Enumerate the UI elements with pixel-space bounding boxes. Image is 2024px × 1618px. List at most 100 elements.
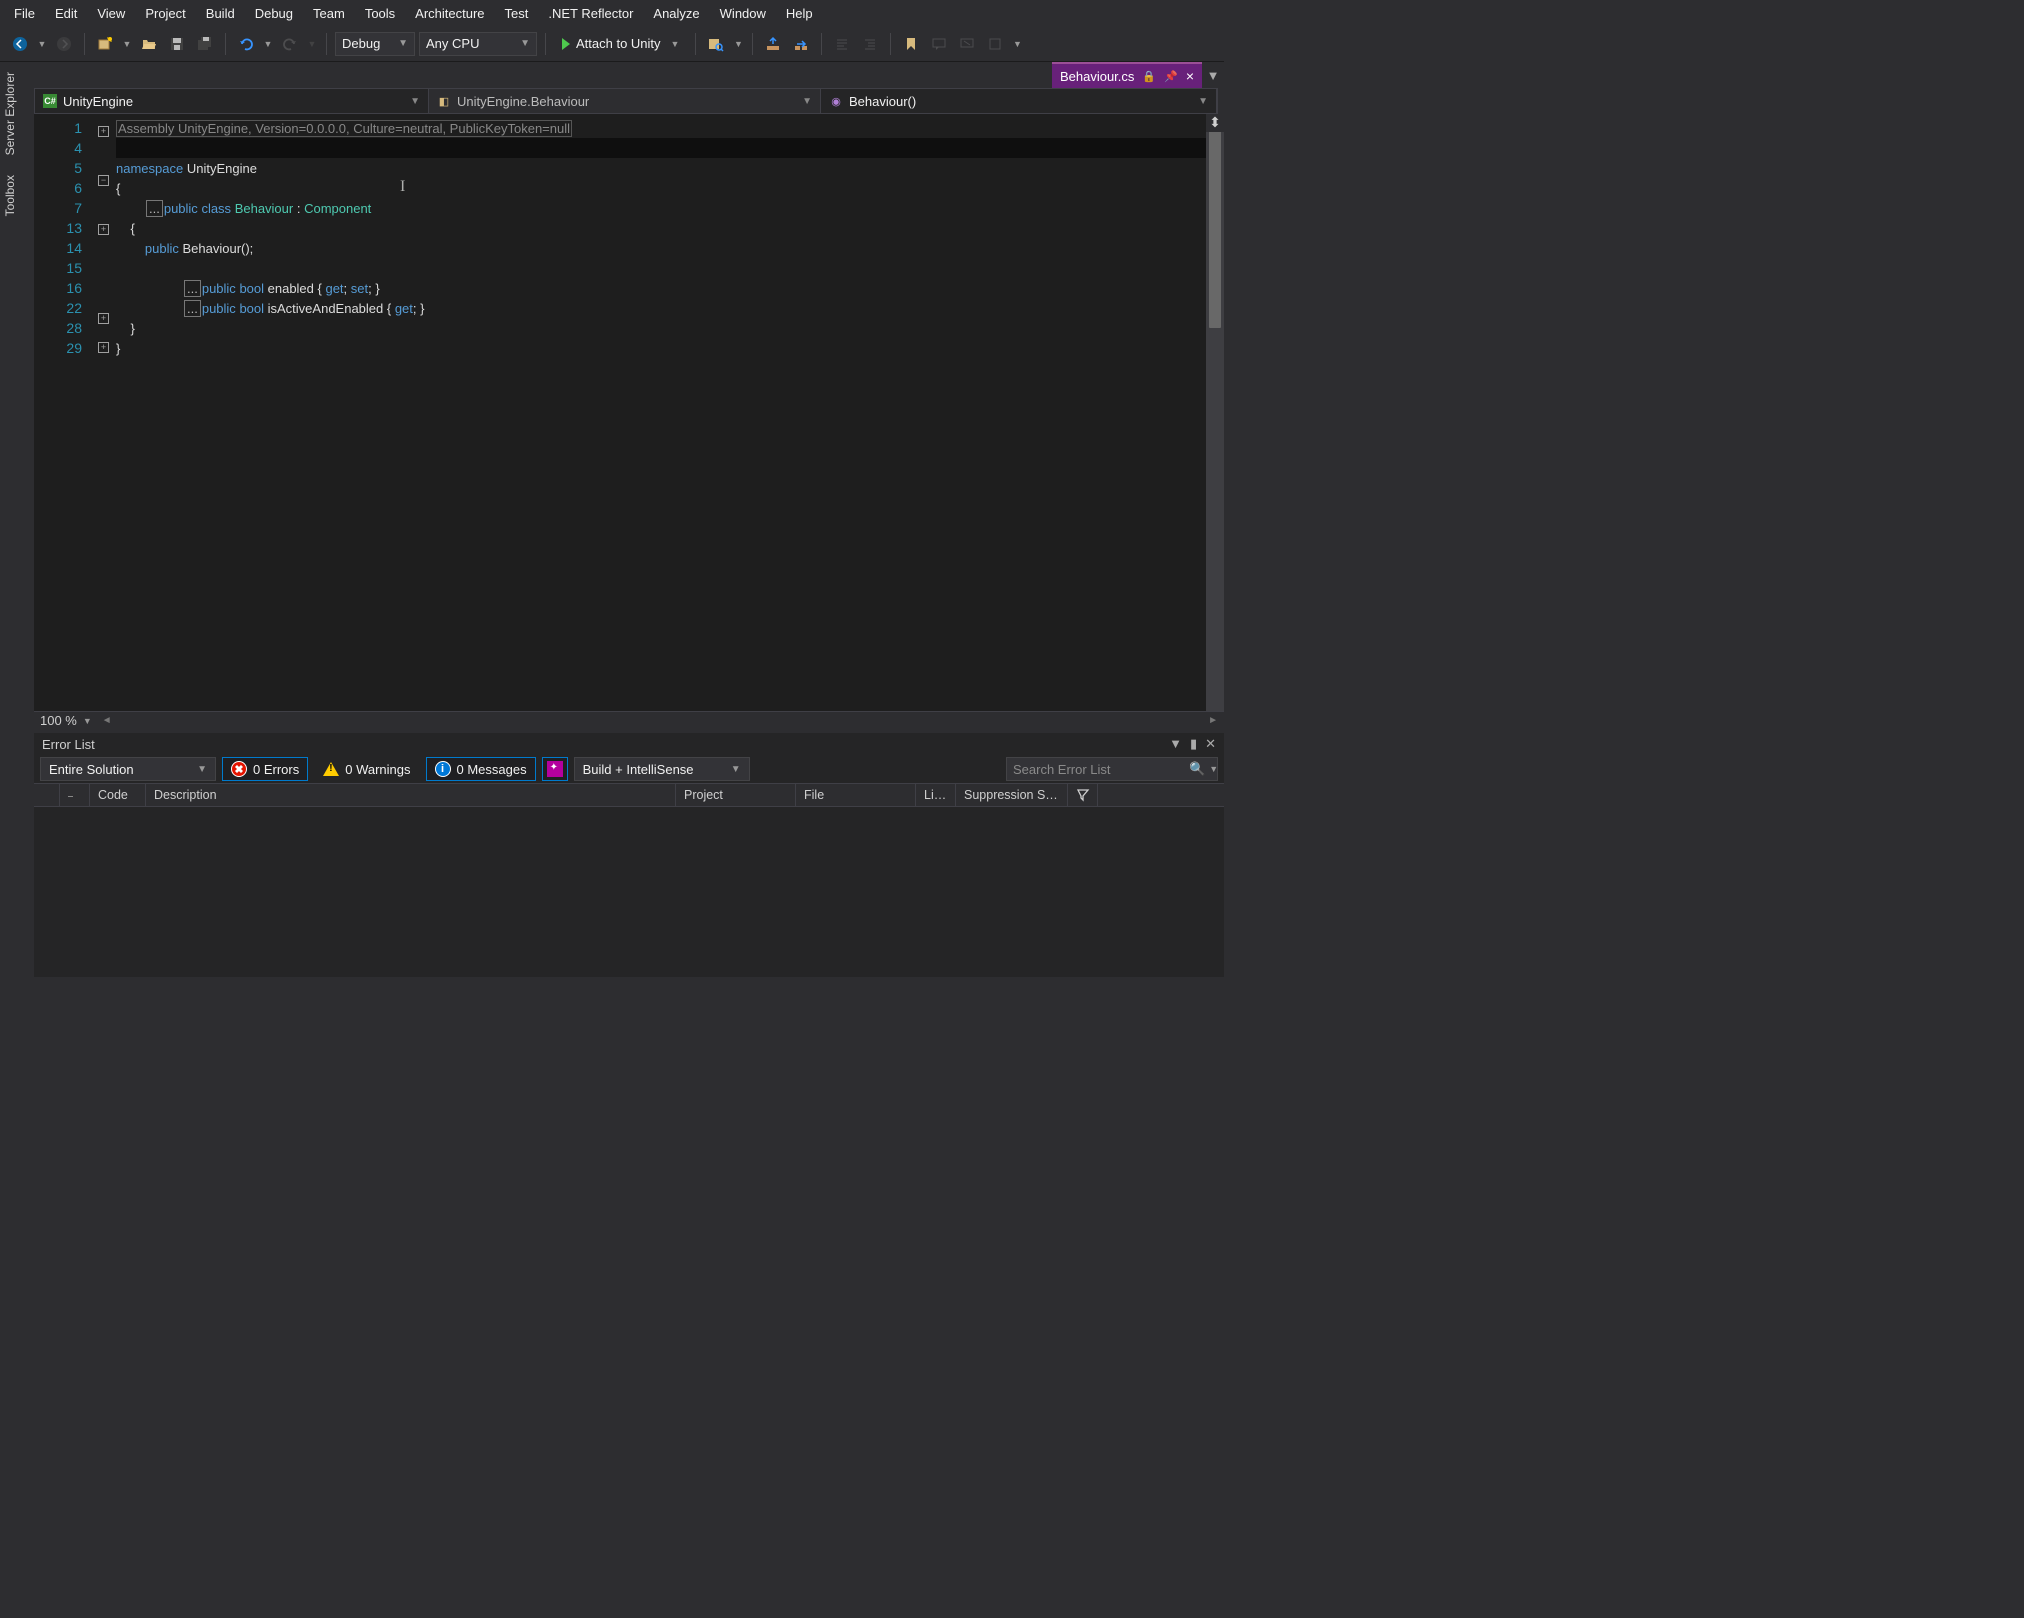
zoom-level[interactable]: 100 % (40, 713, 77, 728)
chevron-down-icon: ▼ (1198, 96, 1208, 107)
code-content[interactable]: I Assembly UnityEngine, Version=0.0.0.0,… (116, 114, 1224, 711)
doc-title: Behaviour.cs (1060, 69, 1134, 84)
messages-filter-button[interactable]: i0 Messages (426, 757, 536, 781)
col-line[interactable]: Line (916, 784, 956, 806)
toolbox-tab[interactable]: Toolbox (0, 165, 20, 226)
code-editor[interactable]: 1456713141516222829 +−+++ I Assembly Uni… (34, 114, 1224, 711)
line-gutter: 1456713141516222829 (34, 114, 96, 711)
warnings-count: 0 Warnings (345, 762, 410, 777)
nav-type-combo[interactable]: ◧ UnityEngine.Behaviour ▼ (429, 89, 821, 113)
chevron-down-icon[interactable]: ▼ (83, 716, 92, 726)
redo-button (278, 32, 302, 56)
scroll-thumb[interactable] (1209, 118, 1221, 328)
warnings-filter-button[interactable]: 0 Warnings (314, 757, 419, 781)
col-icon[interactable] (34, 784, 60, 806)
menu-project[interactable]: Project (135, 2, 195, 25)
new-project-button[interactable] (93, 32, 117, 56)
error-list-columns: ⎯CodeDescriptionProjectFileLineSuppressi… (34, 783, 1224, 807)
pin-icon[interactable]: 📌 (1164, 70, 1178, 83)
build-filter-combo[interactable]: Build + IntelliSense▼ (574, 757, 750, 781)
menu-file[interactable]: File (4, 2, 45, 25)
filter-icon[interactable] (1068, 784, 1098, 806)
start-debug-button[interactable]: Attach to Unity▼ (554, 32, 687, 56)
vertical-scrollbar[interactable] (1206, 114, 1224, 711)
menu-help[interactable]: Help (776, 2, 823, 25)
menu-debug[interactable]: Debug (245, 2, 303, 25)
separator (84, 33, 85, 55)
separator (545, 33, 546, 55)
menu-view[interactable]: View (87, 2, 135, 25)
col-project[interactable]: Project (676, 784, 796, 806)
nav-member-label: Behaviour() (849, 94, 916, 109)
panel-dropdown-icon[interactable]: ▼ (1169, 736, 1182, 752)
new-dropdown[interactable]: ▼ (121, 32, 133, 56)
config-label: Debug (342, 36, 380, 51)
platform-combo[interactable]: Any CPU▼ (419, 32, 537, 56)
split-editor-button[interactable]: ⬍ (1206, 114, 1224, 132)
play-icon (562, 38, 570, 50)
lock-icon: 🔒 (1142, 70, 1156, 83)
undo-dropdown[interactable]: ▼ (262, 32, 274, 56)
back-dropdown[interactable]: ▼ (36, 32, 48, 56)
menu-team[interactable]: Team (303, 2, 355, 25)
menu-test[interactable]: Test (495, 2, 539, 25)
separator (821, 33, 822, 55)
nav-scope-combo[interactable]: C# UnityEngine ▼ (35, 89, 429, 113)
menu-build[interactable]: Build (196, 2, 245, 25)
separator (695, 33, 696, 55)
menu-tools[interactable]: Tools (355, 2, 405, 25)
close-icon[interactable]: ✕ (1205, 736, 1216, 752)
pin-icon[interactable]: ▮ (1190, 736, 1197, 752)
error-icon: ✖ (231, 761, 247, 777)
step-over-button[interactable] (789, 32, 813, 56)
col-description[interactable]: Description (146, 784, 676, 806)
nav-member-combo[interactable]: ◉ Behaviour() ▼ (821, 89, 1217, 113)
tab-overflow-button[interactable]: ▼ (1202, 62, 1224, 88)
step-out-button[interactable] (761, 32, 785, 56)
chevron-down-icon: ▼ (520, 38, 530, 49)
code-nav-bar: C# UnityEngine ▼ ◧ UnityEngine.Behaviour… (34, 88, 1218, 114)
document-tab-active[interactable]: Behaviour.cs 🔒 📌 × (1052, 62, 1202, 88)
class-icon: ◧ (437, 94, 451, 108)
find-dropdown[interactable]: ▼ (732, 32, 744, 56)
chevron-down-icon: ▼ (671, 39, 680, 49)
menu--net-reflector[interactable]: .NET Reflector (538, 2, 643, 25)
errors-count: 0 Errors (253, 762, 299, 777)
close-icon[interactable]: × (1186, 68, 1194, 84)
menu-analyze[interactable]: Analyze (643, 2, 709, 25)
scroll-left-icon[interactable]: ◄ (102, 715, 112, 726)
search-icon[interactable]: 🔍 (1189, 761, 1205, 777)
nav-back-button[interactable] (8, 32, 32, 56)
chevron-down-icon: ▼ (398, 38, 408, 49)
chevron-down-icon[interactable]: ▼ (1209, 764, 1218, 774)
menu-architecture[interactable]: Architecture (405, 2, 494, 25)
toolbar-overflow[interactable]: ▼ (1011, 32, 1023, 56)
bookmark-button[interactable] (899, 32, 923, 56)
col-file[interactable]: File (796, 784, 916, 806)
scope-combo[interactable]: Entire Solution▼ (40, 757, 216, 781)
undo-button[interactable] (234, 32, 258, 56)
menu-window[interactable]: Window (710, 2, 776, 25)
separator (752, 33, 753, 55)
scroll-right-icon[interactable]: ► (1208, 715, 1218, 726)
error-search-box[interactable]: 🔍 ▼ (1006, 757, 1218, 781)
error-search-input[interactable] (1013, 762, 1189, 777)
document-tab-bar: Behaviour.cs 🔒 📌 × ▼ (1052, 62, 1224, 88)
col-suppressions[interactable]: Suppression S… (956, 784, 1068, 806)
server-explorer-tab[interactable]: Server Explorer (0, 62, 20, 165)
comment-button (927, 32, 951, 56)
find-in-files-button[interactable] (704, 32, 728, 56)
col-icon[interactable]: ⎯ (60, 784, 90, 806)
col-code[interactable]: Code (90, 784, 146, 806)
clear-filters-button[interactable] (542, 757, 568, 781)
open-file-button[interactable] (137, 32, 161, 56)
menu-edit[interactable]: Edit (45, 2, 87, 25)
error-list-toolbar: Entire Solution▼ ✖0 Errors 0 Warnings i0… (34, 755, 1224, 783)
config-combo[interactable]: Debug ▼ (335, 32, 415, 56)
panel-title: Error List (42, 737, 95, 752)
scope-label: Entire Solution (49, 762, 134, 777)
errors-filter-button[interactable]: ✖ 0 Errors (222, 757, 308, 781)
save-button[interactable] (165, 32, 189, 56)
save-all-button[interactable] (193, 32, 217, 56)
warning-icon (323, 762, 339, 776)
